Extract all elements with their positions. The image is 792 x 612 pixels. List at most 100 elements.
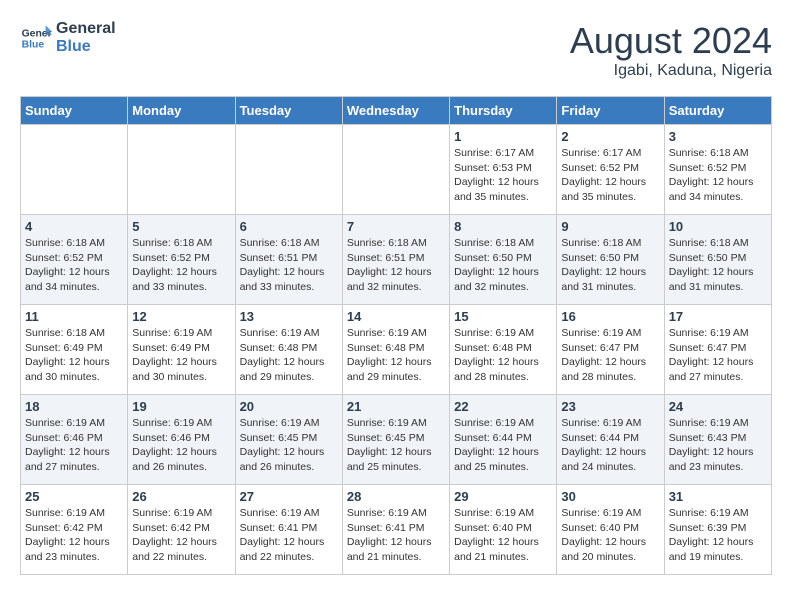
day-info: Sunrise: 6:19 AMSunset: 6:46 PMDaylight:… (132, 416, 230, 475)
week-row-3: 11 Sunrise: 6:18 AMSunset: 6:49 PMDayligh… (21, 305, 772, 395)
day-cell: 13Sunrise: 6:19 AMSunset: 6:48 PMDayligh… (235, 305, 342, 395)
day-info: Sunrise: 6:19 AMSunset: 6:43 PMDaylight:… (669, 416, 767, 475)
day-info: Sunrise: 6:19 AMSunset: 6:40 PMDaylight:… (561, 506, 659, 565)
day-cell: 10Sunrise: 6:18 AMSunset: 6:50 PMDayligh… (664, 215, 771, 305)
day-info: Sunrise: 6:17 AMSunset: 6:53 PMDaylight:… (454, 146, 552, 205)
day-number: 15 (454, 309, 552, 324)
days-header-row: SundayMondayTuesdayWednesdayThursdayFrid… (21, 97, 772, 125)
day-number: 7 (347, 219, 445, 234)
day-info: Sunrise: 6:18 AMSunset: 6:50 PMDaylight:… (454, 236, 552, 295)
day-info: Sunrise: 6:18 AMSunset: 6:52 PMDaylight:… (25, 236, 123, 295)
day-cell: 15Sunrise: 6:19 AMSunset: 6:48 PMDayligh… (450, 305, 557, 395)
logo-line2: Blue (56, 38, 116, 56)
day-cell: 30Sunrise: 6:19 AMSunset: 6:40 PMDayligh… (557, 485, 664, 575)
day-cell: 21 Sunrise: 6:19 AMSunset: 6:45 PMDayligh… (342, 395, 449, 485)
day-info: Sunrise: 6:17 AMSunset: 6:52 PMDaylight:… (561, 146, 659, 205)
day-cell: 14 Sunrise: 6:19 AMSunset: 6:48 PMDayligh… (342, 305, 449, 395)
day-number: 21 (347, 399, 445, 414)
day-number: 5 (132, 219, 230, 234)
day-cell: 28 Sunrise: 6:19 AMSunset: 6:41 PMDayligh… (342, 485, 449, 575)
day-number: 26 (132, 489, 230, 504)
day-cell: 8 Sunrise: 6:18 AMSunset: 6:50 PMDaylight… (450, 215, 557, 305)
day-cell: 5 Sunrise: 6:18 AMSunset: 6:52 PMDaylight… (128, 215, 235, 305)
day-cell: 9 Sunrise: 6:18 AMSunset: 6:50 PMDaylight… (557, 215, 664, 305)
day-number: 3 (669, 129, 767, 144)
day-number: 27 (240, 489, 338, 504)
day-cell (21, 125, 128, 215)
day-info: Sunrise: 6:18 AMSunset: 6:50 PMDaylight:… (669, 236, 767, 295)
day-cell: 18Sunrise: 6:19 AMSunset: 6:46 PMDayligh… (21, 395, 128, 485)
day-number: 14 (347, 309, 445, 324)
day-info: Sunrise: 6:19 AMSunset: 6:45 PMDaylight:… (240, 416, 338, 475)
day-cell (128, 125, 235, 215)
day-cell: 2 Sunrise: 6:17 AMSunset: 6:52 PMDaylight… (557, 125, 664, 215)
day-cell: 27Sunrise: 6:19 AMSunset: 6:41 PMDayligh… (235, 485, 342, 575)
day-cell: 17 Sunrise: 6:19 AMSunset: 6:47 PMDayligh… (664, 305, 771, 395)
day-info: Sunrise: 6:19 AMSunset: 6:49 PMDaylight:… (132, 326, 230, 385)
day-number: 20 (240, 399, 338, 414)
day-cell: 16Sunrise: 6:19 AMSunset: 6:47 PMDayligh… (557, 305, 664, 395)
location: Igabi, Kaduna, Nigeria (570, 62, 772, 80)
day-info: Sunrise: 6:19 AMSunset: 6:48 PMDaylight:… (240, 326, 338, 385)
day-number: 1 (454, 129, 552, 144)
day-header-saturday: Saturday (664, 97, 771, 125)
title-block: August 2024 Igabi, Kaduna, Nigeria (570, 20, 772, 80)
day-cell: 22 Sunrise: 6:19 AMSunset: 6:44 PMDayligh… (450, 395, 557, 485)
day-cell: 23Sunrise: 6:19 AMSunset: 6:44 PMDayligh… (557, 395, 664, 485)
logo: General Blue General Blue (20, 20, 116, 55)
day-info: Sunrise: 6:18 AMSunset: 6:50 PMDaylight:… (561, 236, 659, 295)
day-info: Sunrise: 6:19 AMSunset: 6:42 PMDaylight:… (25, 506, 123, 565)
day-number: 23 (561, 399, 659, 414)
day-number: 8 (454, 219, 552, 234)
day-number: 4 (25, 219, 123, 234)
day-number: 2 (561, 129, 659, 144)
week-row-1: 1 Sunrise: 6:17 AMSunset: 6:53 PMDaylight… (21, 125, 772, 215)
week-row-5: 25Sunrise: 6:19 AMSunset: 6:42 PMDayligh… (21, 485, 772, 575)
day-info: Sunrise: 6:19 AMSunset: 6:44 PMDaylight:… (454, 416, 552, 475)
day-number: 11 (25, 309, 123, 324)
day-cell: 26Sunrise: 6:19 AMSunset: 6:42 PMDayligh… (128, 485, 235, 575)
day-info: Sunrise: 6:18 AMSunset: 6:52 PMDaylight:… (669, 146, 767, 205)
day-cell (342, 125, 449, 215)
day-cell: 24 Sunrise: 6:19 AMSunset: 6:43 PMDayligh… (664, 395, 771, 485)
day-number: 16 (561, 309, 659, 324)
day-info: Sunrise: 6:19 AMSunset: 6:47 PMDaylight:… (669, 326, 767, 385)
day-cell: 29Sunrise: 6:19 AMSunset: 6:40 PMDayligh… (450, 485, 557, 575)
logo-line1: General (56, 20, 116, 38)
month-year: August 2024 (570, 20, 772, 62)
day-cell: 25Sunrise: 6:19 AMSunset: 6:42 PMDayligh… (21, 485, 128, 575)
day-header-sunday: Sunday (21, 97, 128, 125)
calendar-table: SundayMondayTuesdayWednesdayThursdayFrid… (20, 96, 772, 575)
day-info: Sunrise: 6:19 AMSunset: 6:40 PMDaylight:… (454, 506, 552, 565)
day-info: Sunrise: 6:19 AMSunset: 6:41 PMDaylight:… (347, 506, 445, 565)
day-number: 6 (240, 219, 338, 234)
day-number: 9 (561, 219, 659, 234)
day-cell: 1 Sunrise: 6:17 AMSunset: 6:53 PMDaylight… (450, 125, 557, 215)
day-cell: 4 Sunrise: 6:18 AMSunset: 6:52 PMDaylight… (21, 215, 128, 305)
day-number: 28 (347, 489, 445, 504)
day-cell: 12 Sunrise: 6:19 AMSunset: 6:49 PMDayligh… (128, 305, 235, 395)
day-cell: 19Sunrise: 6:19 AMSunset: 6:46 PMDayligh… (128, 395, 235, 485)
day-cell: 20 Sunrise: 6:19 AMSunset: 6:45 PMDayligh… (235, 395, 342, 485)
day-info: Sunrise: 6:19 AMSunset: 6:48 PMDaylight:… (347, 326, 445, 385)
day-cell: 3 Sunrise: 6:18 AMSunset: 6:52 PMDaylight… (664, 125, 771, 215)
day-header-tuesday: Tuesday (235, 97, 342, 125)
day-header-wednesday: Wednesday (342, 97, 449, 125)
day-number: 12 (132, 309, 230, 324)
day-info: Sunrise: 6:19 AMSunset: 6:45 PMDaylight:… (347, 416, 445, 475)
day-number: 22 (454, 399, 552, 414)
day-cell: 7 Sunrise: 6:18 AMSunset: 6:51 PMDaylight… (342, 215, 449, 305)
day-header-monday: Monday (128, 97, 235, 125)
day-number: 17 (669, 309, 767, 324)
day-info: Sunrise: 6:19 AMSunset: 6:46 PMDaylight:… (25, 416, 123, 475)
logo-icon: General Blue (20, 22, 52, 54)
day-info: Sunrise: 6:18 AMSunset: 6:51 PMDaylight:… (347, 236, 445, 295)
day-header-thursday: Thursday (450, 97, 557, 125)
day-info: Sunrise: 6:18 AMSunset: 6:49 PMDaylight:… (25, 326, 123, 385)
day-cell (235, 125, 342, 215)
day-header-friday: Friday (557, 97, 664, 125)
day-number: 24 (669, 399, 767, 414)
week-row-2: 4 Sunrise: 6:18 AMSunset: 6:52 PMDaylight… (21, 215, 772, 305)
day-info: Sunrise: 6:18 AMSunset: 6:52 PMDaylight:… (132, 236, 230, 295)
page-header: General Blue General Blue August 2024 Ig… (20, 20, 772, 80)
